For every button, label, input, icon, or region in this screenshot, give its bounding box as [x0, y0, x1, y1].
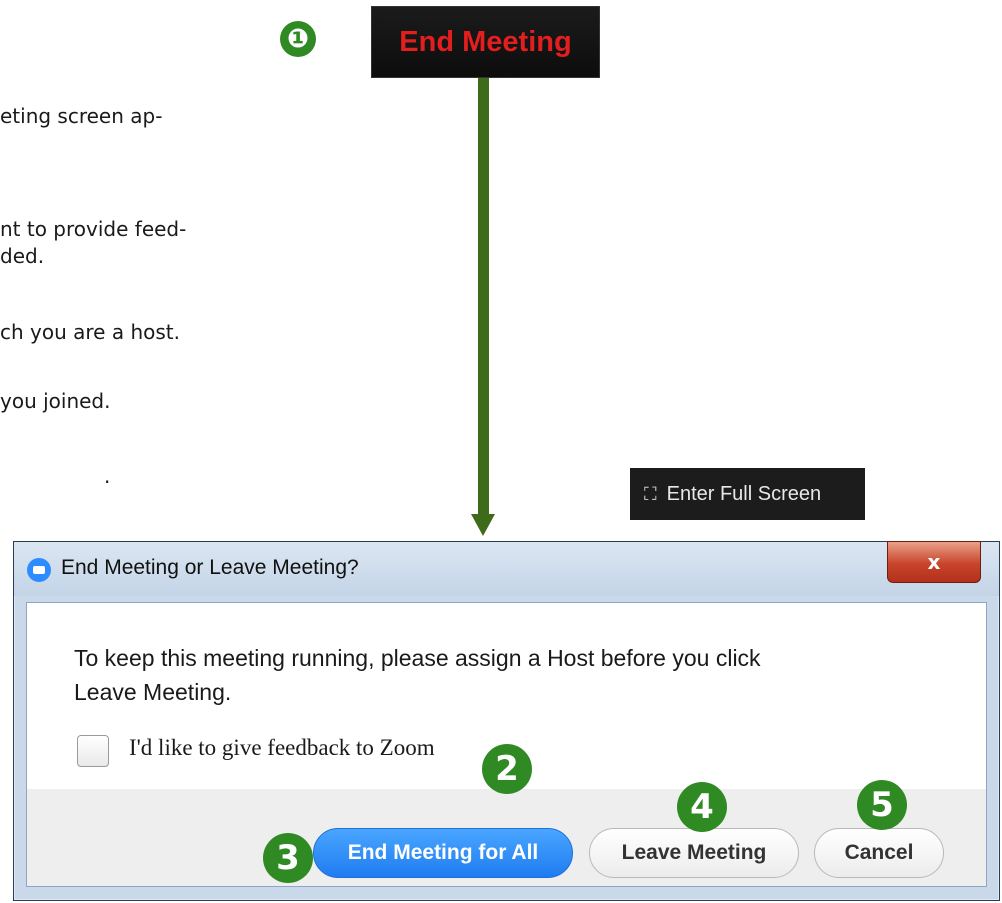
- background-text-line-1: eting screen ap-: [0, 104, 163, 128]
- fullscreen-icon: ⛶: [644, 483, 657, 505]
- end-meeting-for-all-button[interactable]: End Meeting for All: [313, 828, 573, 878]
- dialog-titlebar: End Meeting or Leave Meeting? x: [14, 541, 999, 596]
- background-text-line-5: you joined.: [0, 389, 111, 413]
- arrow-head: [471, 514, 495, 536]
- callout-4: 4: [677, 782, 727, 832]
- callout-3: 3: [263, 833, 313, 883]
- end-or-leave-dialog: End Meeting or Leave Meeting? x To keep …: [13, 541, 1000, 901]
- enter-full-screen-button[interactable]: ⛶ Enter Full Screen: [630, 468, 865, 520]
- background-text-line-4: ch you are a host.: [0, 320, 180, 344]
- end-meeting-toolbar-label: End Meeting: [399, 25, 572, 58]
- callout-5: 5: [857, 780, 907, 830]
- enter-full-screen-label: Enter Full Screen: [666, 482, 822, 505]
- arrow-connector: [478, 78, 489, 518]
- cancel-button[interactable]: Cancel: [814, 828, 944, 878]
- leave-meeting-button[interactable]: Leave Meeting: [589, 828, 799, 878]
- close-button[interactable]: x: [887, 541, 981, 583]
- dialog-title: End Meeting or Leave Meeting?: [61, 556, 359, 579]
- callout-1: ❶: [280, 21, 316, 57]
- dialog-message: To keep this meeting running, please ass…: [74, 645, 761, 705]
- dialog-footer: End Meeting for All Leave Meeting Cancel: [26, 789, 987, 887]
- feedback-checkbox-label[interactable]: I'd like to give feedback to Zoom: [129, 735, 435, 761]
- callout-2: 2: [482, 744, 532, 794]
- background-text-line-3: ded.: [0, 244, 45, 268]
- background-text-line-6: .: [104, 464, 111, 488]
- end-meeting-toolbar-button[interactable]: End Meeting: [371, 6, 600, 78]
- zoom-icon: [27, 558, 51, 582]
- background-text-line-2: nt to provide feed-: [0, 217, 187, 241]
- feedback-checkbox[interactable]: [77, 735, 109, 767]
